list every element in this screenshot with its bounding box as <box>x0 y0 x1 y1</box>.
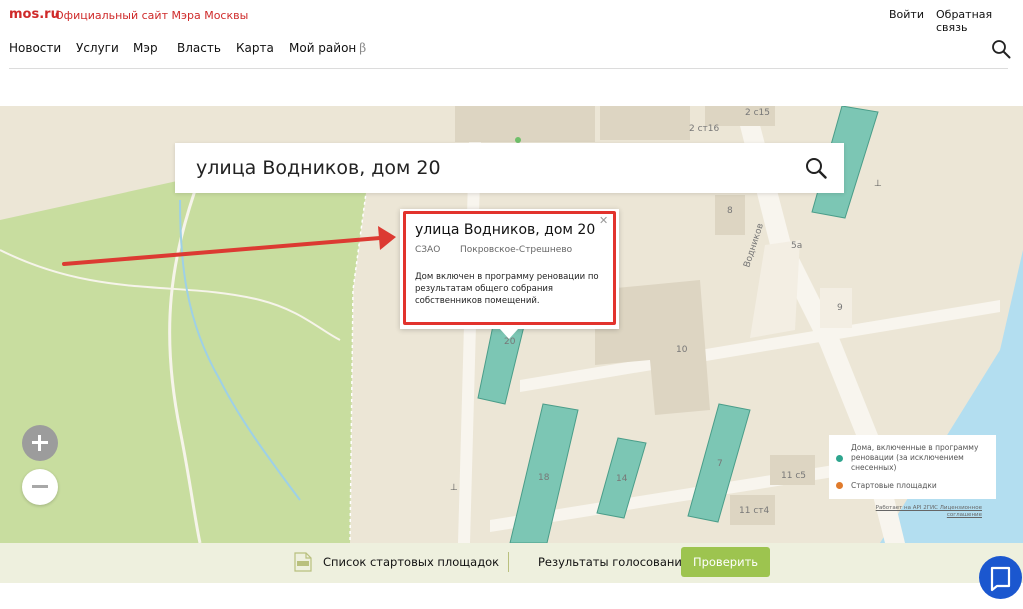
close-icon[interactable]: ✕ <box>599 214 608 227</box>
nav-government[interactable]: Власть <box>177 41 221 55</box>
legend-dot-start <box>836 482 843 489</box>
marker-icon: ⊥ <box>874 179 882 189</box>
building-number: 11 ст4 <box>739 506 770 516</box>
feedback-link[interactable]: Обратная связь <box>936 8 1023 34</box>
nav-map[interactable]: Карта <box>236 41 274 55</box>
beta-badge: β <box>359 41 367 55</box>
legend-label-renovation: Дома, включенные в программу реновации (… <box>851 443 979 472</box>
bottom-divider <box>508 552 509 572</box>
login-link[interactable]: Войти <box>889 8 924 21</box>
popup-area: Покровское-Стрешнево <box>460 245 573 255</box>
address-search-box[interactable]: улица Водников, дом 20 <box>175 143 844 193</box>
building-number: 11 с5 <box>781 471 806 481</box>
red-arrow-head <box>378 226 396 250</box>
top-bar: mos.ru Официальный сайт Мэра Москвы Войт… <box>0 0 1023 34</box>
legend-dot-renovation <box>836 455 843 462</box>
search-icon[interactable] <box>991 39 1011 59</box>
chat-button[interactable] <box>979 556 1022 599</box>
building-number: 9 <box>837 303 843 313</box>
nav-news[interactable]: Новости <box>9 41 61 55</box>
nav-mayor[interactable]: Мэр <box>133 41 158 55</box>
building-number: 2 ст16 <box>689 124 720 134</box>
zoom-in-button[interactable] <box>22 425 58 461</box>
address-search-input[interactable]: улица Водников, дом 20 <box>196 157 441 179</box>
chat-icon <box>990 566 1011 592</box>
popup-pointer <box>500 329 518 339</box>
popup-district: СЗАО <box>415 245 441 255</box>
building-number: 2 с15 <box>745 108 770 118</box>
plus-icon-vertical <box>38 435 41 451</box>
nav-my-district[interactable]: Мой район β <box>289 41 366 55</box>
voting-results-label: Результаты голосования <box>538 555 689 569</box>
building-number: 14 <box>616 474 628 484</box>
river <box>880 250 1023 543</box>
popup-description: Дом включен в программу реновации по рез… <box>415 272 599 306</box>
start-sites-list-link[interactable]: Список стартовых площадок <box>323 555 499 569</box>
site-logo[interactable]: mos.ru <box>9 7 60 22</box>
building-number: 18 <box>538 473 550 483</box>
building-number: 10 <box>676 345 688 355</box>
popup-title: улица Водников, дом 20 <box>415 222 596 238</box>
legend-label-start: Стартовые площадки <box>851 481 937 490</box>
pdf-icon[interactable] <box>294 552 312 572</box>
building-number: 7 <box>717 459 723 469</box>
map-credit-link[interactable]: Работает на API 2ГИС Лицензионное соглаш… <box>870 505 982 519</box>
main-nav: Новости Услуги Мэр Власть Карта Мой райо… <box>0 38 1023 62</box>
nav-my-district-label: Мой район <box>289 41 357 55</box>
bottom-bar <box>0 543 1023 583</box>
official-site-link[interactable]: Официальный сайт Мэра Москвы <box>55 9 248 22</box>
nav-services[interactable]: Услуги <box>76 41 119 55</box>
minus-icon <box>32 485 48 488</box>
check-button[interactable]: Проверить <box>681 547 770 577</box>
zoom-out-button[interactable] <box>22 469 58 505</box>
header-divider <box>9 68 1008 69</box>
building-number: 5а <box>791 241 802 251</box>
building-number: 8 <box>727 206 733 216</box>
marker-icon: ⊥ <box>450 483 458 493</box>
search-button-icon[interactable] <box>805 157 827 179</box>
